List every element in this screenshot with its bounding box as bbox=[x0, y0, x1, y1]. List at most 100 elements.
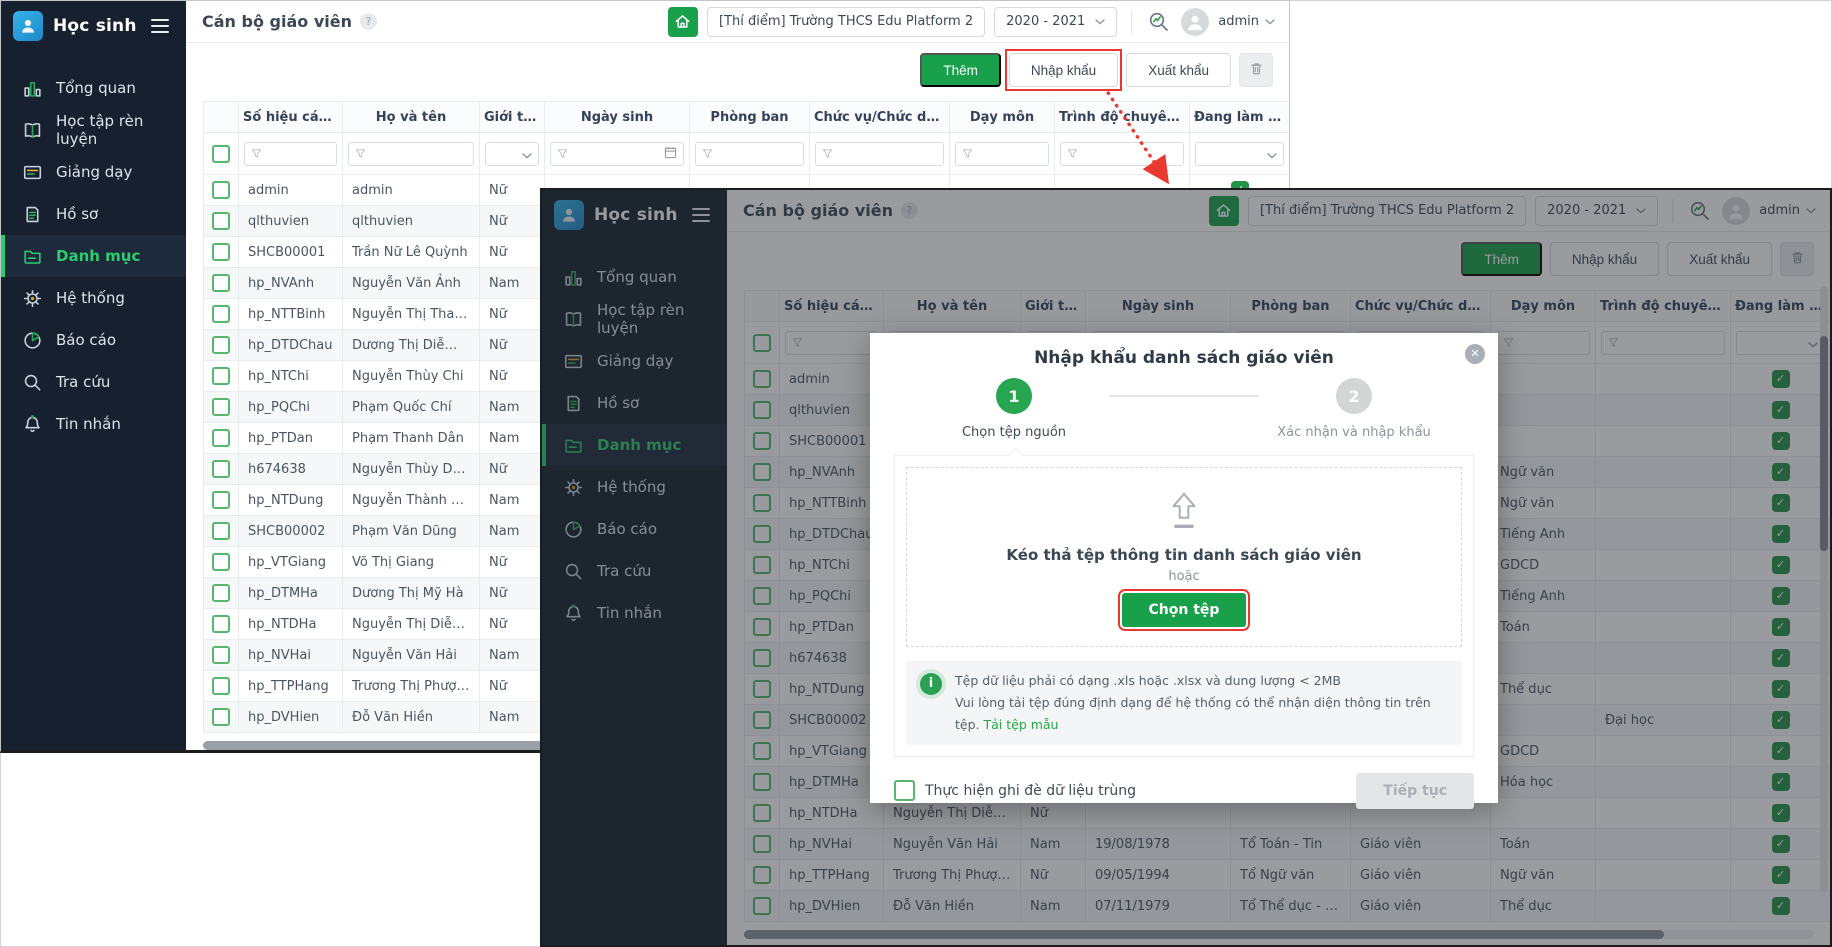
funnel-icon bbox=[251, 144, 262, 163]
book-icon bbox=[21, 119, 43, 141]
cell-name: Nguyễn Văn Hải bbox=[342, 639, 480, 671]
cell-name: Nguyễn Văn Ảnh bbox=[342, 267, 480, 299]
header-row: Số hiệu cán bộ Họ và tên Giới tính Ngày sin… bbox=[203, 101, 1289, 133]
row-checkbox[interactable] bbox=[212, 677, 230, 695]
cell-gender: Nữ bbox=[479, 298, 545, 330]
export-button[interactable]: Xuất khẩu bbox=[1126, 53, 1231, 87]
row-checkbox[interactable] bbox=[212, 181, 230, 199]
filter-gender[interactable] bbox=[485, 141, 539, 166]
info-icon: i bbox=[920, 673, 942, 695]
cell-gender: Nam bbox=[479, 391, 545, 423]
row-checkbox[interactable] bbox=[212, 522, 230, 540]
filter-role[interactable] bbox=[815, 141, 944, 166]
filter-dept[interactable] bbox=[695, 141, 804, 166]
import-button[interactable]: Nhập khẩu bbox=[1008, 53, 1119, 87]
zoom-chart-icon[interactable] bbox=[1146, 9, 1172, 35]
col-header-dob[interactable]: Ngày sinh bbox=[544, 101, 690, 133]
col-header-working[interactable]: Đang làm việc bbox=[1189, 101, 1289, 133]
row-checkbox[interactable] bbox=[212, 398, 230, 416]
row-checkbox[interactable] bbox=[212, 336, 230, 354]
row-checkbox[interactable] bbox=[212, 274, 230, 292]
sidebar-item-catalog[interactable]: Danh mục bbox=[1, 235, 186, 277]
close-icon[interactable]: ✕ bbox=[1465, 344, 1485, 364]
sidebar-item-system[interactable]: Hệ thống bbox=[1, 277, 186, 319]
sidebar-item-lookup[interactable]: Tra cứu bbox=[1, 361, 186, 403]
row-checkbox[interactable] bbox=[212, 212, 230, 230]
sidebar-item-teaching[interactable]: Giảng dạy bbox=[1, 151, 186, 193]
sidebar-item-label: Học tập rèn luyện bbox=[56, 112, 144, 148]
filter-row bbox=[203, 132, 1289, 175]
school-selector[interactable]: [Thí điểm] Trường THCS Edu Platform 2 bbox=[706, 6, 986, 37]
upload-panel: Kéo thả tệp thông tin danh sách giáo viê… bbox=[894, 455, 1474, 757]
delete-button[interactable] bbox=[1239, 53, 1273, 87]
row-checkbox[interactable] bbox=[212, 429, 230, 447]
hamburger-menu-icon[interactable] bbox=[148, 16, 172, 37]
sidebar-nav: Tổng quan Học tập rèn luyện Giảng dạy Hồ sơ… bbox=[1, 67, 186, 445]
sidebar-item-messages[interactable]: Tin nhắn bbox=[1, 403, 186, 445]
file-dropzone[interactable]: Kéo thả tệp thông tin danh sách giáo viê… bbox=[906, 467, 1462, 647]
col-header-subject[interactable]: Dạy môn bbox=[949, 101, 1055, 133]
cell-gender: Nữ bbox=[479, 453, 545, 485]
sidebar-item-label: Tổng quan bbox=[56, 79, 136, 97]
overwrite-checkbox[interactable] bbox=[894, 780, 915, 802]
cell-gender: Nam bbox=[479, 515, 545, 547]
col-header-role[interactable]: Chức vụ/Chức danh bbox=[809, 101, 950, 133]
dropzone-text: Kéo thả tệp thông tin danh sách giáo viê… bbox=[1006, 545, 1362, 564]
sidebar-item-overview[interactable]: Tổng quan bbox=[1, 67, 186, 109]
col-header-name[interactable]: Họ và tên bbox=[342, 101, 480, 133]
gear-icon bbox=[21, 287, 43, 309]
col-header-qual[interactable]: Trình độ chuyên môn bbox=[1054, 101, 1190, 133]
row-checkbox[interactable] bbox=[212, 460, 230, 478]
filter-qual[interactable] bbox=[1060, 141, 1184, 166]
pie-icon bbox=[21, 329, 43, 351]
col-header-id[interactable]: Số hiệu cán bộ bbox=[238, 101, 343, 133]
row-checkbox[interactable] bbox=[212, 243, 230, 261]
filter-dob[interactable] bbox=[550, 141, 684, 166]
col-header-dept[interactable]: Phòng ban bbox=[689, 101, 810, 133]
cell-gender: Nữ bbox=[479, 236, 545, 268]
row-checkbox[interactable] bbox=[212, 646, 230, 664]
app-brand: Học sinh bbox=[1, 1, 186, 51]
app-title: Học sinh bbox=[53, 16, 137, 36]
cell-gender: Nữ bbox=[479, 670, 545, 702]
row-checkbox[interactable] bbox=[212, 584, 230, 602]
row-checkbox[interactable] bbox=[212, 615, 230, 633]
row-checkbox[interactable] bbox=[212, 367, 230, 385]
home-icon[interactable] bbox=[667, 6, 698, 37]
sidebar-item-learning[interactable]: Học tập rèn luyện bbox=[1, 109, 186, 151]
continue-button[interactable]: Tiếp tục bbox=[1356, 772, 1474, 809]
sidebar-item-label: Tin nhắn bbox=[56, 415, 121, 433]
add-button[interactable]: Thêm bbox=[920, 53, 1001, 87]
sidebar-item-label: Tra cứu bbox=[56, 373, 111, 391]
cell-gender: Nữ bbox=[479, 174, 545, 206]
avatar[interactable] bbox=[1181, 7, 1210, 36]
cell-gender: Nam bbox=[479, 701, 545, 733]
filter-working[interactable] bbox=[1195, 141, 1284, 166]
cell-name: Trương Thị Phượng... bbox=[342, 670, 480, 702]
select-all-checkbox[interactable] bbox=[212, 145, 230, 164]
row-checkbox[interactable] bbox=[212, 305, 230, 323]
col-header-gender[interactable]: Giới tính bbox=[479, 101, 545, 133]
filter-name[interactable] bbox=[348, 141, 474, 166]
sidebar-item-records[interactable]: Hồ sơ bbox=[1, 193, 186, 235]
cell-id: admin bbox=[238, 174, 343, 206]
trash-icon bbox=[1248, 60, 1265, 80]
school-year-selector[interactable]: 2020 - 2021 bbox=[994, 6, 1118, 37]
bell-icon bbox=[21, 413, 43, 435]
user-menu[interactable]: admin bbox=[1218, 14, 1275, 29]
toolbar: Thêm Nhập khẩu Xuất khẩu bbox=[186, 43, 1289, 87]
sidebar-item-label: Giảng dạy bbox=[56, 163, 133, 181]
row-checkbox[interactable] bbox=[212, 553, 230, 571]
filter-id[interactable] bbox=[244, 141, 337, 166]
help-icon[interactable]: ? bbox=[359, 13, 377, 30]
chevron-down-icon bbox=[1267, 144, 1277, 163]
sidebar-item-reports[interactable]: Báo cáo bbox=[1, 319, 186, 361]
row-checkbox[interactable] bbox=[212, 491, 230, 509]
step-2-circle: 2 bbox=[1336, 378, 1372, 414]
topbar: Cán bộ giáo viên ? [Thí điểm] Trường THC… bbox=[186, 1, 1289, 43]
filter-subject[interactable] bbox=[955, 141, 1049, 166]
download-template-link[interactable]: Tải tệp mẫu bbox=[983, 717, 1058, 732]
choose-file-button[interactable]: Chọn tệp bbox=[1117, 588, 1251, 631]
funnel-icon bbox=[962, 144, 973, 163]
row-checkbox[interactable] bbox=[212, 708, 230, 726]
